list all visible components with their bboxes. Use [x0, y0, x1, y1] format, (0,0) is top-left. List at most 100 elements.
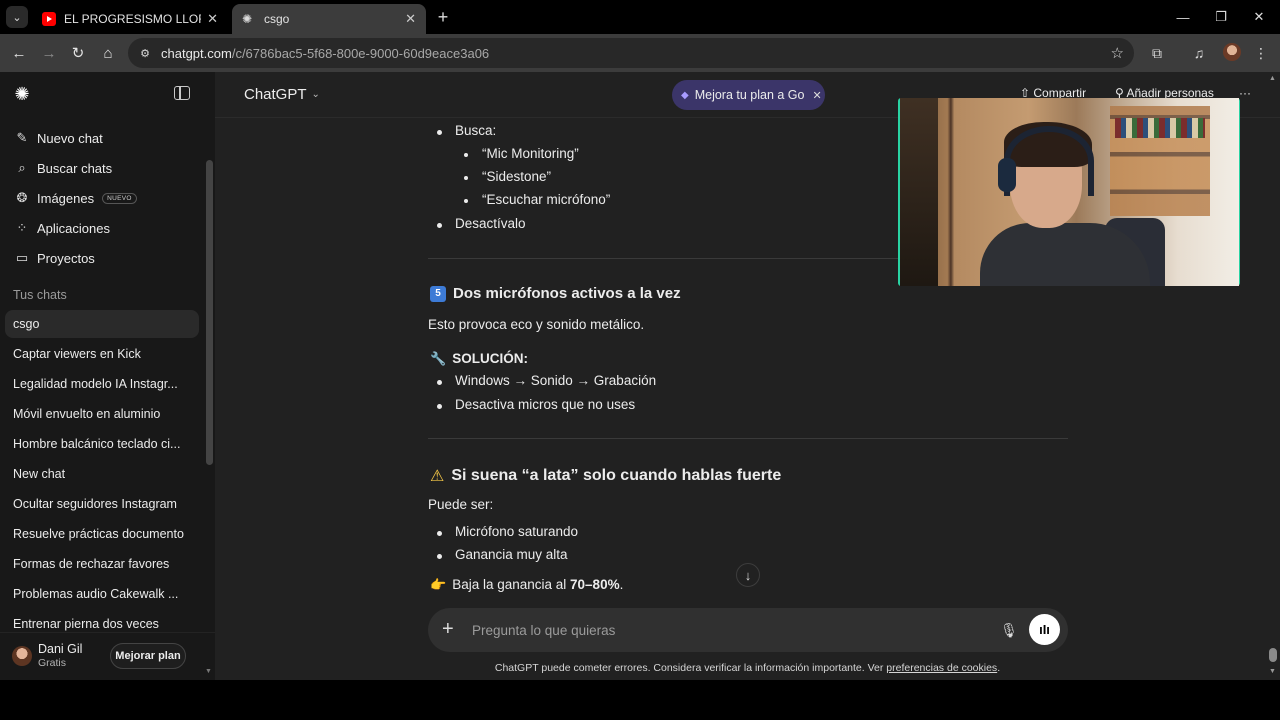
webcam-overlay	[895, 95, 1245, 290]
sidebar-item-new-chat[interactable]: ✎ Nuevo chat	[8, 124, 198, 152]
tip-suffix: .	[619, 577, 624, 592]
paragraph: Esto provoca eco y sonido metálico.	[428, 317, 645, 332]
solution-text: SOLUCIÓN:	[452, 351, 528, 366]
forward-button[interactable]: →	[38, 42, 60, 64]
search-icon: ⌕	[18, 160, 26, 175]
chat-item[interactable]: csgo	[5, 310, 199, 338]
pointing-hand-icon: 👉	[430, 577, 447, 592]
browser-menu-icon[interactable]: ⋮	[1250, 42, 1272, 64]
plus-icon[interactable]: +	[442, 618, 454, 640]
back-button[interactable]: ←	[8, 42, 30, 64]
edit-icon: ✎	[16, 130, 28, 145]
upgrade-promo-pill[interactable]: ◆ Mejora tu plan a Go ✕	[672, 80, 825, 110]
restore-button[interactable]: ❐	[1206, 6, 1236, 28]
close-tab-icon[interactable]: ✕	[207, 11, 218, 27]
disclaimer: ChatGPT puede cometer errores. Considera…	[215, 662, 1280, 674]
promo-label: Mejora tu plan a Go	[694, 88, 805, 102]
close-tab-icon[interactable]: ✕	[405, 11, 416, 27]
list-item: “Sidestone”	[463, 169, 552, 184]
tab-search-button[interactable]: ⌄	[6, 6, 28, 28]
upgrade-plan-button[interactable]: Mejorar plan	[110, 643, 186, 669]
tab-youtube[interactable]: EL PROGRESISMO LLORA CONT ✕	[32, 4, 228, 34]
list-item: “Mic Monitoring”	[464, 146, 579, 161]
tip-text: Baja la ganancia al	[452, 577, 571, 592]
scroll-down-arrow-icon[interactable]: ▼	[205, 668, 212, 675]
address-bar[interactable]: ⚙ chatgpt.com/c/6786bac5-5f68-800e-9000-…	[128, 38, 1134, 68]
chat-item[interactable]: Problemas audio Cakewalk ...	[5, 580, 199, 608]
scroll-down-arrow-icon[interactable]: ▼	[1269, 668, 1276, 675]
user-plan: Gratis	[38, 657, 67, 669]
user-menu[interactable]: Dani Gil Gratis Mejorar plan	[0, 632, 215, 680]
list-item: Desactiva micros que no uses	[436, 397, 636, 412]
microphone-icon[interactable]: 🎙	[1000, 621, 1018, 639]
sidebar-item-label: Buscar chats	[37, 160, 113, 176]
cookie-preferences-link[interactable]: preferencias de cookies	[886, 662, 997, 674]
tip-paragraph: 👉 Baja la ganancia al 70–80%.	[430, 577, 623, 593]
sidebar-scrollbar[interactable]	[206, 160, 213, 465]
composer: + 🎙 ıIı	[428, 608, 1068, 652]
scroll-up-arrow-icon[interactable]: ▲	[1269, 75, 1276, 82]
user-name: Dani Gil	[38, 642, 83, 656]
chatgpt-logo-icon[interactable]: ✺	[12, 84, 32, 104]
sidebar-item-projects[interactable]: ▭ Proyectos	[8, 244, 198, 272]
folder-icon: ▭	[15, 250, 29, 265]
images-icon: ❂	[16, 190, 28, 205]
chevron-down-icon: ⌄	[311, 89, 320, 100]
chat-item[interactable]: Captar viewers en Kick	[5, 340, 199, 368]
chat-item[interactable]: Legalidad modelo IA Instagr...	[5, 370, 199, 398]
main-scrollbar[interactable]	[1269, 648, 1277, 662]
chatgpt-icon: ✺	[242, 12, 253, 26]
warning-icon: ⚠	[430, 468, 445, 485]
media-control-icon[interactable]: ♫	[1188, 42, 1210, 64]
disclaimer-text: ChatGPT puede cometer errores. Considera…	[494, 662, 887, 674]
bookmark-star-icon[interactable]: ☆	[1111, 44, 1124, 62]
minimize-button[interactable]: —	[1168, 6, 1198, 28]
list-item: Ganancia muy alta	[437, 547, 568, 562]
list-item: Windows → Sonido → Grabación	[436, 373, 657, 388]
sidebar-item-apps[interactable]: ⁘ Aplicaciones	[8, 214, 198, 242]
disclaimer-end: .	[997, 662, 1001, 674]
list-item: Desactívalo	[437, 216, 526, 231]
webcam-feed-image	[900, 98, 1239, 286]
headphones-icon	[1004, 126, 1094, 196]
headphone-earcup	[998, 158, 1016, 192]
site-info-icon[interactable]: ⚙	[136, 44, 154, 62]
paragraph: Puede ser:	[428, 497, 494, 512]
apps-icon: ⁘	[16, 220, 28, 235]
list-item: Busca:	[436, 123, 497, 138]
home-button[interactable]: ⌂	[97, 42, 119, 64]
heading-text: Si suena “a lata” solo cuando hablas fue…	[451, 467, 782, 484]
sidebar-item-label: Proyectos	[37, 250, 95, 266]
chats-section-title: Tus chats	[13, 288, 67, 302]
new-tab-button[interactable]: +	[432, 6, 454, 28]
model-selector[interactable]: ChatGPT ⌄	[244, 86, 320, 103]
sidebar-item-label: Aplicaciones	[37, 220, 110, 236]
chat-item[interactable]: Móvil envuelto en aluminio	[5, 400, 199, 428]
chat-item[interactable]: Ocultar seguidores Instagram	[5, 490, 199, 518]
close-window-button[interactable]: ✕	[1244, 6, 1274, 28]
close-icon[interactable]: ✕	[813, 89, 822, 102]
youtube-icon	[42, 12, 56, 26]
tab-title: EL PROGRESISMO LLORA CONT	[64, 12, 201, 26]
chat-item[interactable]: Hombre balcánico teclado ci...	[5, 430, 199, 458]
browser-toolbar: ← → ↻ ⌂ ⚙ chatgpt.com/c/6786bac5-5f68-80…	[0, 34, 1280, 72]
chat-item[interactable]: Formas de rechazar favores	[5, 550, 199, 578]
profile-avatar[interactable]	[1223, 43, 1241, 61]
url-text: chatgpt.com/c/6786bac5-5f68-800e-9000-60…	[161, 46, 490, 61]
sidebar-toggle-icon[interactable]	[174, 86, 190, 100]
prompt-input[interactable]	[472, 608, 992, 652]
sidebar-item-images[interactable]: ❂ Imágenes NUEVO	[8, 184, 198, 212]
sidebar-item-label: Imágenes	[37, 190, 95, 206]
extensions-icon[interactable]: ⧉	[1146, 42, 1168, 64]
wrench-icon: 🔧	[430, 351, 447, 366]
avatar	[12, 646, 32, 666]
tip-value: 70–80%	[570, 577, 620, 592]
chat-item[interactable]: New chat	[5, 460, 199, 488]
tab-csgo[interactable]: ✺ csgo ✕	[232, 4, 426, 34]
sidebar-item-search[interactable]: ⌕ Buscar chats	[8, 154, 198, 182]
reload-button[interactable]: ↻	[67, 42, 89, 64]
scroll-to-bottom-button[interactable]: ↓	[736, 563, 760, 587]
chat-item[interactable]: Resuelve prácticas documento	[5, 520, 199, 548]
voice-mode-button[interactable]: ıIı	[1029, 614, 1060, 645]
list-item: Micrófono saturando	[436, 524, 579, 539]
